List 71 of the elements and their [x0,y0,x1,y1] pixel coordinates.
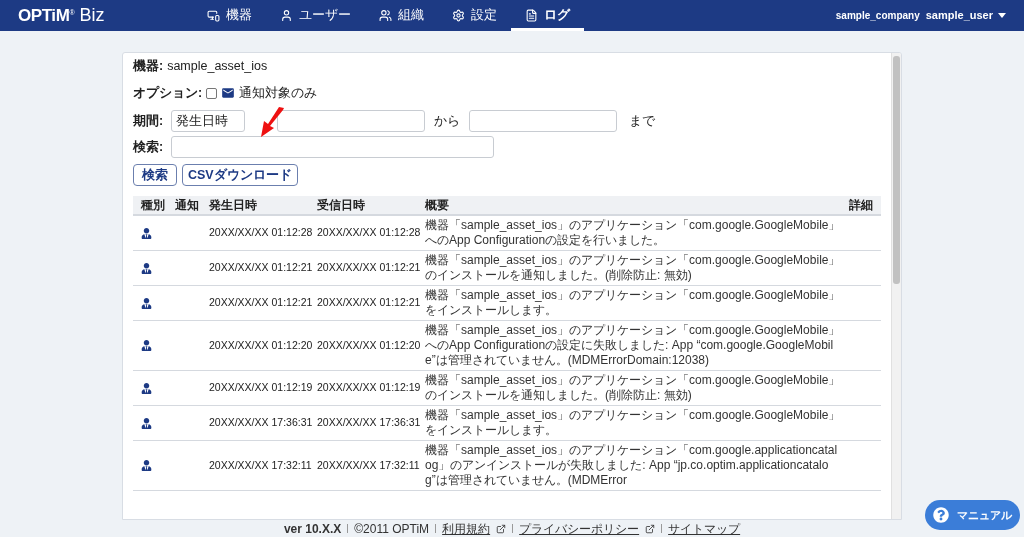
nav-tab[interactable]: ユーザー [266,0,365,31]
period-label: 期間: [133,112,165,130]
device-icon [207,9,220,22]
user-icon [280,9,293,22]
search-field[interactable] [171,136,494,158]
column-header: 受信日時 [317,197,366,214]
period-type-select[interactable]: 発生日時 [171,110,245,132]
end-date-field[interactable] [469,110,617,132]
received-time: 20XX/XX/XX 01:12:21 [317,295,422,311]
caret-icon [998,13,1006,18]
copyright-text: ©2011 OPTiM [354,520,430,537]
csv-download-button[interactable]: CSVダウンロード [182,164,298,186]
nav-tab[interactable]: 機器 [193,0,266,31]
occurred-time: 20XX/XX/XX 01:12:21 [209,260,314,276]
start-date-field[interactable] [277,110,425,132]
search-button[interactable]: 検索 [133,164,177,186]
received-time: 20XX/XX/XX 01:12:20 [317,337,422,353]
to-label: まで [628,112,656,130]
search-label: 検索: [133,138,165,156]
log-summary: 機器「sample_asset_ios」のアプリケーション「com.google.GoogleMobile」をインストールします。 [425,288,842,318]
user-icon [141,460,152,471]
user-icon [141,340,152,351]
user-icon [141,227,152,239]
device-label: 機器: [133,57,164,75]
log-summary: 機器「sample_asset_ios」のアプリケーション「com.google.GoogleMobile」のインストールを通知しました。(削除防止: 無効) [425,373,842,403]
footer-link[interactable]: 利用規約 [442,519,491,537]
log-summary: 機器「sample_asset_ios」のアプリケーション「com.google.applicationcatalog」のアンインストールが失敗しました: App “jp.co.optim.applicationcatalog”は管理されていません。(MDMError [425,443,839,488]
help-icon [933,507,949,523]
received-time: 20XX/XX/XX 17:36:31 [317,415,422,431]
mail-icon [221,86,236,100]
company-name: sample_company [835,9,920,23]
user-icon [141,417,152,429]
checkbox[interactable] [206,87,218,99]
occurred-time: 20XX/XX/XX 01:12:21 [209,295,314,311]
log-summary: 機器「sample_asset_ios」のアプリケーション「com.google.GoogleMobile」へのApp Configurationの設定を行いました。 [425,218,842,248]
user-icon [141,262,152,274]
received-time: 20XX/XX/XX 01:12:19 [317,380,422,396]
user-icon [141,297,152,309]
occurred-time: 20XX/XX/XX 01:12:19 [209,380,314,396]
column-header: 発生日時 [209,197,258,214]
log-summary: 機器「sample_asset_ios」のアプリケーション「com.google.GoogleMobile」をインストールします。 [425,408,842,438]
nav-tab[interactable]: ログ [511,0,584,31]
occurred-time: 20XX/XX/XX 01:12:28 [209,225,314,241]
arrow-drawing [259,107,285,137]
user-icon [141,382,152,394]
footer-link[interactable]: サイトマップ [668,519,741,537]
received-time: 20XX/XX/XX 01:12:28 [317,225,422,241]
occurred-time: 20XX/XX/XX 01:12:20 [209,337,314,353]
nav-tab[interactable]: 組織 [365,0,438,31]
log-summary: 機器「sample_asset_ios」のアプリケーション「com.google.GoogleMobile」のインストールを通知しました。(削除防止: 無効) [425,253,842,283]
group-icon [379,9,392,22]
document-icon [525,9,538,22]
settings-icon [452,9,465,22]
column-header: 詳細 [848,197,873,214]
notify-only-label: 通知対象のみ [239,84,318,102]
occurred-time: 20XX/XX/XX 17:36:31 [209,415,314,431]
option-label: オプション: [133,84,203,102]
nav-tab[interactable]: 設定 [438,0,511,31]
footer-link[interactable]: プライバシーポリシー [519,519,640,537]
version-text: ver 10.X.X [283,520,342,537]
received-time: 20XX/XX/XX 01:12:21 [317,260,422,276]
user-menu[interactable]: sample_user [925,7,1006,24]
manual-button[interactable]: マニュアル [925,500,1020,530]
from-label: から [433,112,461,130]
occurred-time: 20XX/XX/XX 17:32:11 [209,457,313,473]
column-header: 概要 [425,197,450,214]
column-header: 種別 [141,197,166,214]
column-header: 通知 [175,197,200,214]
device-value: sample_asset_ios [167,57,268,75]
received-time: 20XX/XX/XX 17:32:11 [317,457,421,473]
log-summary: 機器「sample_asset_ios」のアプリケーション「com.google.GoogleMobile」へのApp Configurationの設定に失敗しました: App “com.google.GoogleMobile”は管理されていません。(MDMErrorDomain:12038) [425,323,842,368]
